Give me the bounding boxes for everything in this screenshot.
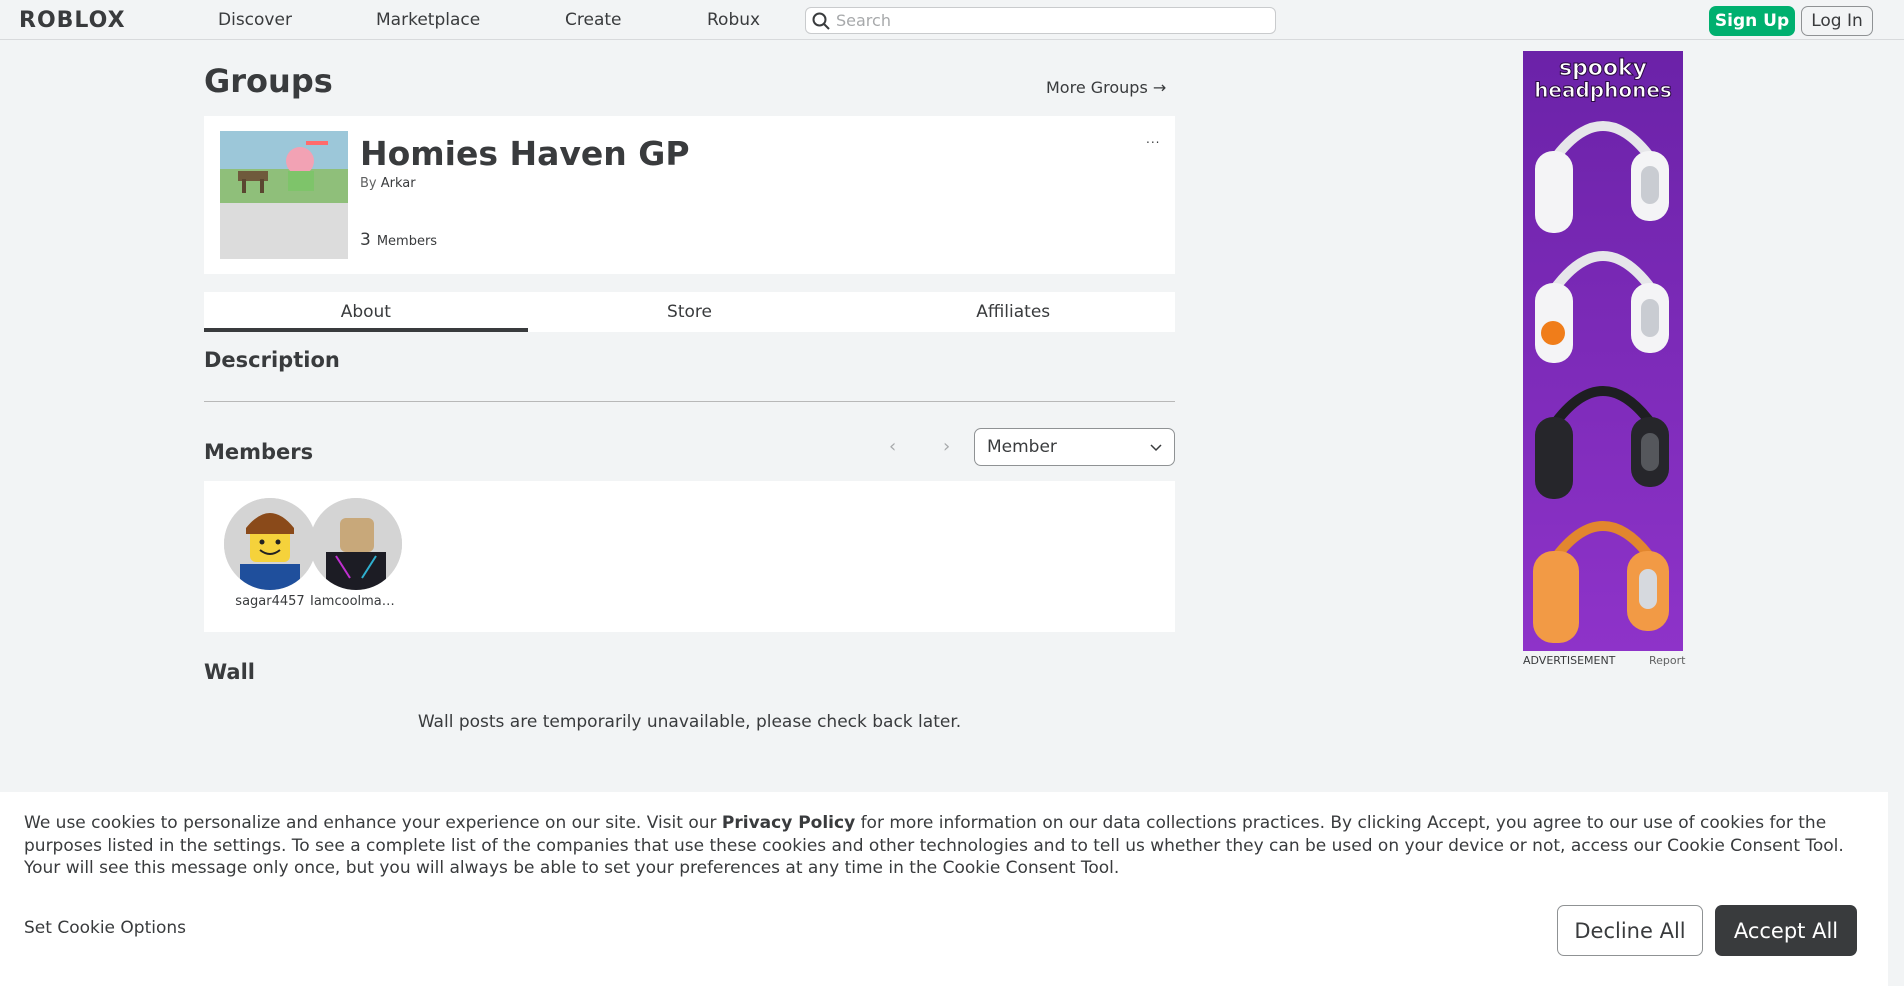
accept-all-button[interactable]: Accept All [1715,905,1857,956]
chevron-down-icon [1150,437,1162,457]
privacy-policy-link[interactable]: Privacy Policy [722,813,855,833]
page-title: Groups [204,62,333,100]
tab-affiliates[interactable]: Affiliates [851,292,1175,332]
cookie-text-start: We use cookies to personalize and enhanc… [24,813,722,833]
group-owner-line: By Arkar [360,176,416,191]
search-box[interactable] [805,7,1276,34]
member-count-label: Members [376,234,438,249]
avatar[interactable] [310,498,402,590]
advertisement-label: ADVERTISEMENT [1523,654,1616,667]
nav-create[interactable]: Create [565,10,622,30]
role-dropdown[interactable]: Member [974,428,1175,466]
tab-store[interactable]: Store [528,292,852,332]
nav-marketplace[interactable]: Marketplace [376,10,480,30]
avatar[interactable] [224,498,316,590]
wall-heading: Wall [204,660,255,684]
ad-report-link[interactable]: Report [1649,654,1685,667]
ad-headline-line2: headphones [1534,78,1672,102]
search-icon [806,8,836,33]
member-count-value: 3 [360,230,371,250]
member-count: 3 Members [360,230,437,250]
member-card[interactable]: sagar4457 [224,498,316,609]
set-cookie-options-link[interactable]: Set Cookie Options [24,918,186,938]
description-heading: Description [204,348,340,372]
member-name[interactable]: Iamcoolman... [310,594,402,609]
cookie-consent-banner: We use cookies to personalize and enhanc… [0,792,1888,986]
owner-link[interactable]: Arkar [381,176,416,191]
group-header-card: Homies Haven GP By Arkar 3 Members ... [204,116,1175,274]
roblox-logo[interactable]: ROBLOX [19,8,126,33]
search-input[interactable] [836,11,1256,30]
nav-robux[interactable]: Robux [707,10,760,30]
sign-up-button[interactable]: Sign Up [1709,6,1795,36]
role-selected-value: Member [987,437,1057,457]
group-name: Homies Haven GP [360,134,690,173]
owner-prefix: By [360,176,377,191]
advertisement-banner[interactable]: spooky headphones [1523,51,1683,651]
member-name[interactable]: sagar4457 [224,594,316,609]
member-card[interactable]: Iamcoolman... [310,498,402,609]
chevron-left-icon[interactable]: ‹ [889,436,896,457]
nav-discover[interactable]: Discover [218,10,292,30]
more-groups-link[interactable]: More Groups → [1046,78,1166,97]
group-emblem [220,131,348,259]
members-list: sagar4457 Iamcoolman... [204,481,1175,632]
wall-unavailable-message: Wall posts are temporarily unavailable, … [417,712,962,732]
tab-about[interactable]: About [204,292,528,332]
chevron-right-icon[interactable]: › [943,436,950,457]
cookie-consent-text: We use cookies to personalize and enhanc… [24,812,1869,880]
section-divider [204,401,1175,402]
top-nav-bar: ROBLOX Discover Marketplace Create Robux… [0,0,1904,40]
log-in-button[interactable]: Log In [1801,6,1873,36]
group-tabs: About Store Affiliates [204,292,1175,332]
decline-all-button[interactable]: Decline All [1557,905,1703,956]
more-options-icon[interactable]: ... [1146,132,1160,146]
members-heading: Members [204,440,314,464]
